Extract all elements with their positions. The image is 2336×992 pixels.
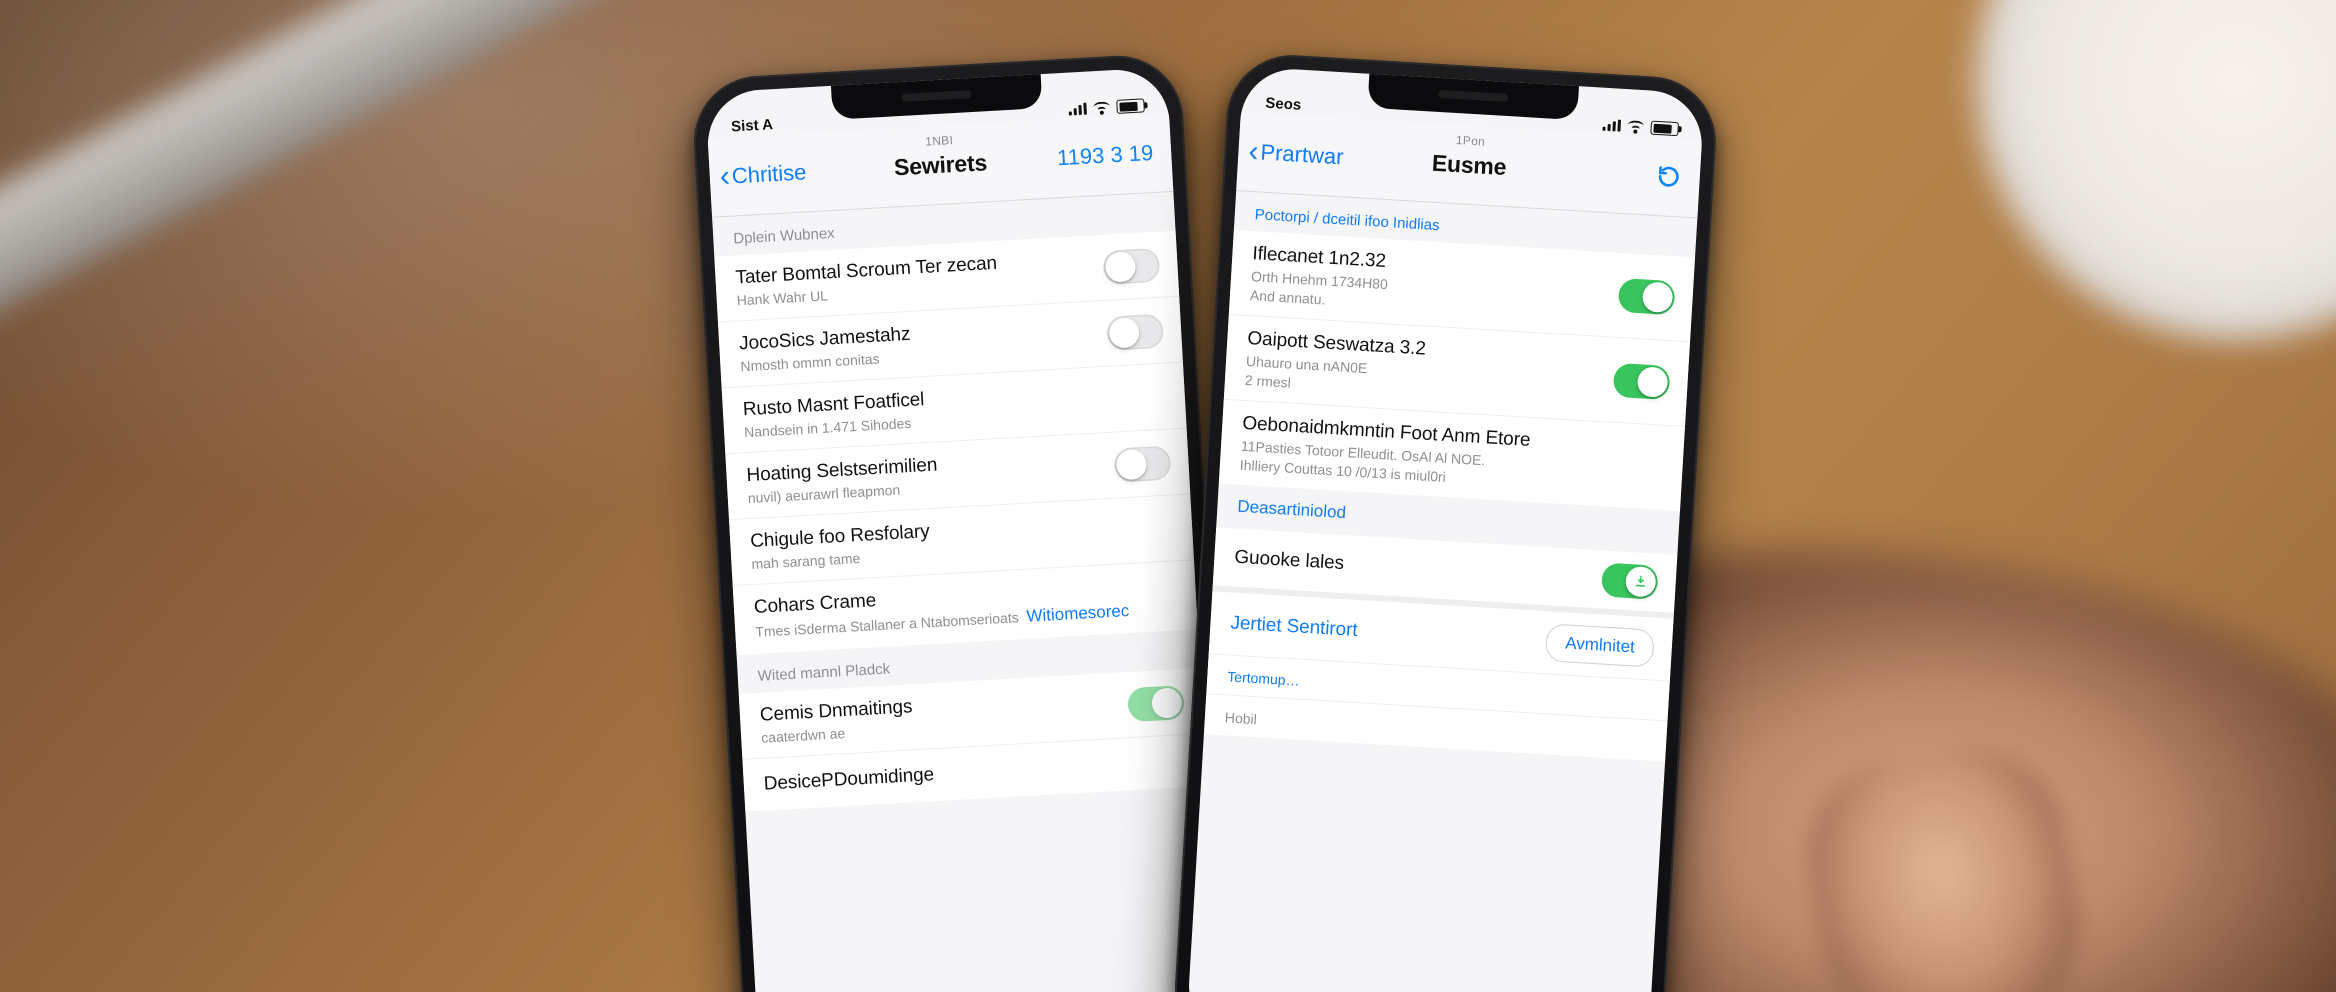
status-carrier: Sist A: [731, 116, 774, 135]
row-label-link: Jertiet Sentirort: [1230, 613, 1535, 653]
toggle-switch[interactable]: [1106, 313, 1164, 350]
nav-title: Eusme: [1431, 149, 1507, 180]
back-button[interactable]: ‹ Prartwar: [1248, 139, 1344, 171]
power-button[interactable]: [1702, 290, 1713, 380]
nav-trailing-text[interactable]: 1193 3 19: [1056, 140, 1154, 171]
stylus-blur: [0, 0, 653, 385]
screen-left: Sist A 1NBI ‹ Chritise Sewirets 1193 3 1…: [705, 67, 1221, 992]
refresh-button[interactable]: [1655, 163, 1682, 190]
cup-blur: [1976, 0, 2336, 340]
row-label: DesicePDoumidinge: [763, 751, 1176, 796]
chevron-left-icon: ‹: [1248, 143, 1259, 162]
toggle-switch[interactable]: [1618, 278, 1676, 315]
settings-list-2: Cemis Dnmaitings caaterdwn ae DesicePDou…: [739, 668, 1207, 812]
settings-list-3: Jertiet Sentirort Avmlnitet Tertomup… Ho…: [1204, 591, 1674, 761]
back-label: Chritise: [731, 159, 807, 189]
volume-down-button[interactable]: [699, 334, 708, 394]
cellular-icon: [1068, 103, 1087, 116]
refresh-icon: [1655, 163, 1682, 190]
toggle-switch[interactable]: [1114, 445, 1172, 482]
settings-list: Tater Bomtal Scroum Ter zecan Hank Wahr …: [714, 231, 1198, 655]
battery-icon: [1116, 98, 1145, 114]
download-icon: [1633, 574, 1648, 589]
row-link[interactable]: Witiomesorec: [1026, 601, 1130, 626]
volume-down-button[interactable]: [1206, 306, 1216, 366]
toggle-switch[interactable]: [1127, 685, 1185, 722]
phone-left: Sist A 1NBI ‹ Chritise Sewirets 1193 3 1…: [690, 52, 1235, 992]
toggle-switch[interactable]: [1613, 363, 1671, 400]
screen-right: Seos 1Pon ‹ Prartwar Eusme: [1186, 66, 1705, 992]
volume-up-button[interactable]: [694, 259, 703, 319]
phone-right: Seos 1Pon ‹ Prartwar Eusme: [1171, 51, 1719, 992]
cellular-icon: [1602, 119, 1621, 132]
battery-icon: [1650, 121, 1679, 137]
photo-scene: Sist A 1NBI ‹ Chritise Sewirets 1193 3 1…: [0, 0, 2336, 992]
settings-list: Iflecanet 1n2.32 Orth Hnehm 1734H80 And …: [1219, 230, 1695, 511]
row-label: Guooke lales: [1234, 547, 1591, 590]
volume-up-button[interactable]: [1210, 231, 1220, 291]
status-carrier: Seos: [1265, 95, 1302, 114]
nav-title: Sewirets: [893, 149, 987, 181]
toggle-switch[interactable]: [1103, 247, 1161, 284]
toggle-switch[interactable]: [1601, 562, 1659, 599]
nav-overline: 1Pon: [1456, 133, 1486, 149]
chevron-left-icon: ‹: [719, 168, 730, 187]
action-button[interactable]: Avmlnitet: [1545, 623, 1655, 667]
back-button[interactable]: ‹ Chritise: [719, 159, 807, 190]
wifi-icon: [1092, 101, 1111, 115]
wifi-icon: [1626, 120, 1645, 134]
nav-overline: 1NBI: [925, 133, 954, 149]
power-button[interactable]: [1191, 262, 1202, 352]
back-label: Prartwar: [1260, 139, 1345, 170]
